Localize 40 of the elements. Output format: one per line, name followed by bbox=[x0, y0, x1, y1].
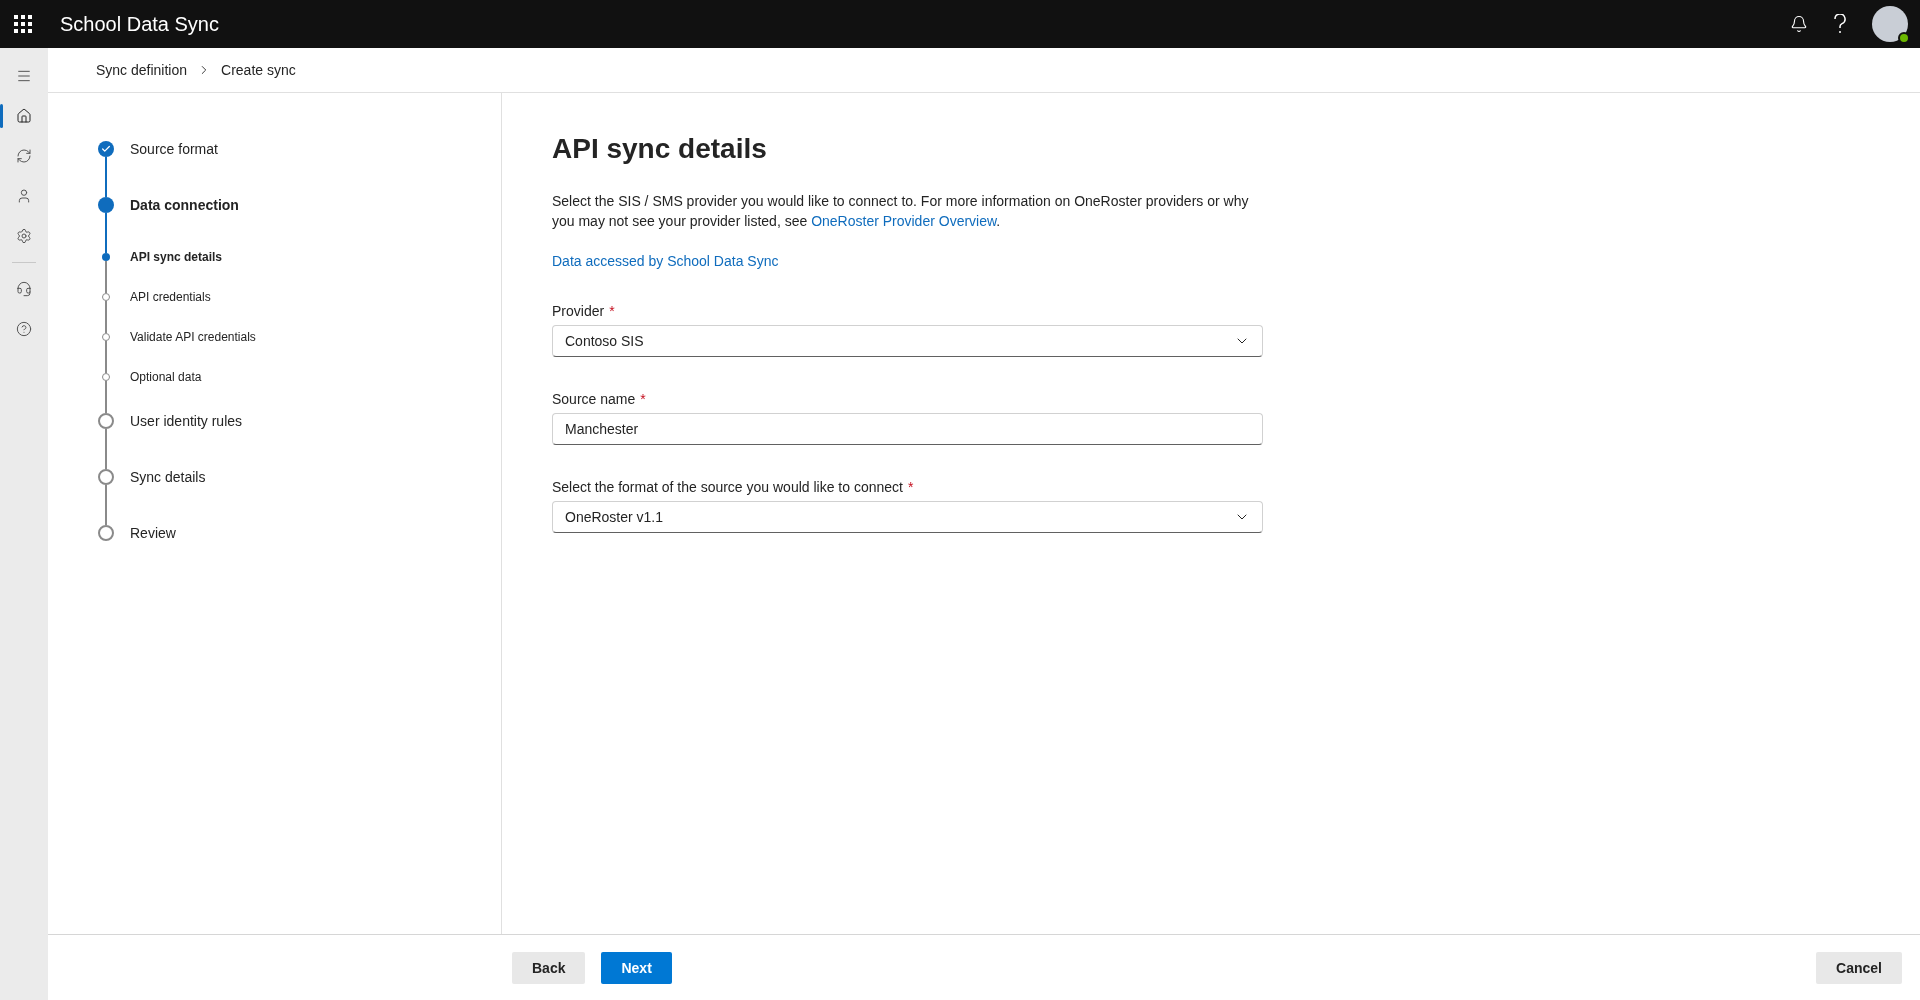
step-label: Review bbox=[130, 525, 176, 543]
cancel-button[interactable]: Cancel bbox=[1816, 951, 1902, 984]
text-input-field[interactable]: Manchester bbox=[552, 413, 1263, 445]
data-accessed-link[interactable]: Data accessed by School Data Sync bbox=[552, 253, 779, 269]
headset-icon bbox=[16, 281, 32, 297]
secondary-button[interactable]: Back bbox=[512, 951, 586, 984]
notifications-icon[interactable] bbox=[1790, 15, 1808, 33]
step-label: API sync details bbox=[130, 253, 223, 266]
user-avatar[interactable] bbox=[1872, 6, 1908, 42]
step-label: Sync details bbox=[130, 469, 206, 487]
field-label: Provider bbox=[552, 303, 605, 319]
description-text: Select the SIS / SMS provider you would like to connect to. For more information on OneRoster providers or why you may not see your provider listed, see OneRoster Provider Overview. bbox=[552, 192, 1250, 231]
step-label: User identity rules bbox=[130, 413, 243, 431]
step-label: Data connection bbox=[130, 197, 239, 215]
field-label: Source name bbox=[552, 391, 636, 407]
page-title: API sync details bbox=[552, 133, 768, 165]
app-launcher-icon[interactable] bbox=[14, 15, 32, 33]
field-value: OneRoster v1.1 bbox=[565, 509, 665, 525]
settings-icon bbox=[16, 228, 32, 244]
step-label: Validate API credentials bbox=[130, 333, 256, 346]
required-asterisk: * bbox=[908, 479, 914, 495]
dropdown-field[interactable]: OneRoster v1.1 bbox=[552, 501, 1263, 533]
menu-icon bbox=[16, 68, 32, 84]
home-icon bbox=[16, 108, 32, 124]
dropdown-field[interactable]: Contoso SIS bbox=[552, 325, 1263, 357]
app-title: School Data Sync bbox=[60, 12, 219, 36]
breadcrumb-link[interactable]: Sync definition bbox=[96, 62, 188, 78]
field-value: Contoso SIS bbox=[565, 333, 645, 349]
step-label: Source format bbox=[130, 141, 218, 159]
step-label: Optional data bbox=[130, 373, 202, 386]
required-asterisk: * bbox=[609, 303, 615, 319]
person-icon bbox=[16, 188, 32, 204]
breadcrumb-link[interactable]: Create sync bbox=[221, 62, 296, 78]
primary-button[interactable]: Next bbox=[601, 951, 672, 984]
help-icon[interactable] bbox=[1834, 14, 1846, 34]
field-label: Select the format of the source you would like to connect bbox=[552, 479, 903, 495]
step-label: API credentials bbox=[130, 293, 211, 306]
required-asterisk: * bbox=[640, 391, 646, 407]
sync-icon bbox=[16, 148, 32, 164]
help-icon bbox=[16, 321, 32, 337]
